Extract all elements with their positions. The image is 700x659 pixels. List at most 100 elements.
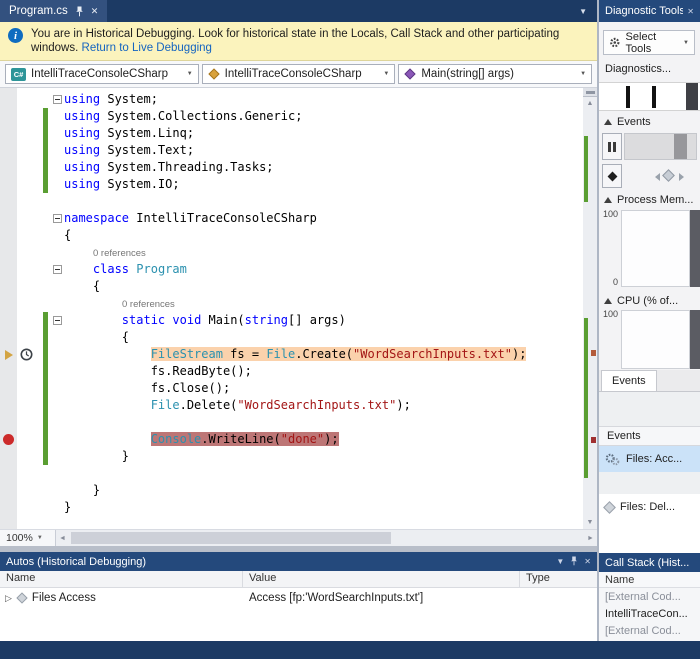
prev-event-icon[interactable]: [654, 173, 660, 181]
zoom-dropdown[interactable]: 100% ▼: [0, 530, 56, 546]
events-list-header[interactable]: Events: [599, 426, 700, 446]
close-icon[interactable]: ✕: [584, 557, 591, 566]
code-line: [0, 414, 583, 431]
hist-clock-cell: [17, 482, 35, 499]
chevron-down-icon[interactable]: ▼: [579, 7, 597, 16]
cpu-scale-top: 100: [602, 309, 618, 319]
code-line: 0 references: [0, 244, 583, 261]
callstack-frame[interactable]: IntelliTraceCon...: [599, 605, 700, 622]
events-filter-button[interactable]: [602, 164, 622, 188]
call-stack-title-bar[interactable]: Call Stack (Hist...: [599, 553, 700, 572]
change-bar-cell: [43, 465, 49, 482]
autos-row[interactable]: ▷ Files Access Access [fp:'WordSearchInput…: [0, 588, 597, 608]
gear-icon: [610, 37, 620, 48]
document-tab-strip: Program.cs ✕ ▼: [0, 0, 597, 22]
glyph-margin-cell: [0, 278, 17, 295]
breakpoint-line-highlight: Console.WriteLine("done");: [150, 432, 339, 446]
info-icon: i: [8, 28, 23, 43]
event-row-files-delete[interactable]: Files: Del...: [599, 494, 700, 520]
pause-events-button[interactable]: [602, 133, 622, 160]
code-line: class Program: [0, 261, 583, 278]
code-editor[interactable]: using System; using System.Collections.Ge…: [0, 88, 597, 546]
chevron-down-icon: ▼: [186, 71, 193, 77]
code-line: fs.ReadByte();: [0, 363, 583, 380]
tab-program-cs[interactable]: Program.cs ✕: [0, 0, 108, 22]
pin-icon[interactable]: [75, 6, 84, 17]
diagnostic-tools-title-bar[interactable]: Diagnostic Tools ✕: [599, 0, 700, 22]
diagnostics-timeline[interactable]: [599, 82, 700, 111]
section-expander-icon[interactable]: [604, 119, 612, 125]
intellitrace-events-track: [602, 164, 697, 188]
column-header-name[interactable]: Name: [0, 571, 243, 587]
code-token: File: [266, 347, 296, 361]
code-text: }: [64, 499, 583, 516]
chart-scrollbar[interactable]: [690, 210, 700, 287]
codelens-link[interactable]: 0 references: [93, 248, 146, 259]
events-tab-content: Events Files: Acc... Files: Del...: [599, 392, 700, 553]
fold-collapse-icon[interactable]: [53, 214, 62, 223]
split-grip[interactable]: [583, 88, 597, 97]
horizontal-scrollbar[interactable]: [69, 530, 584, 546]
project-dropdown-label: IntelliTraceConsoleCSharp: [31, 68, 169, 80]
expander-icon[interactable]: ▷: [5, 593, 12, 604]
code-token: fs.ReadByte();: [64, 364, 252, 378]
event-marker-icon[interactable]: [662, 169, 676, 182]
memory-section-header[interactable]: Process Mem...: [604, 194, 693, 206]
scroll-down-icon[interactable]: ▼: [583, 516, 597, 529]
callstack-frame[interactable]: [External Cod...: [599, 622, 700, 639]
event-marker-track[interactable]: [624, 164, 697, 188]
pin-icon[interactable]: [570, 556, 578, 568]
project-dropdown[interactable]: C# IntelliTraceConsoleCSharp ▼: [5, 64, 199, 84]
timeline-event-bar: [652, 86, 656, 108]
autos-title: Autos (Historical Debugging): [6, 555, 147, 568]
scrollbar-thumb[interactable]: [71, 532, 391, 544]
events-track[interactable]: [624, 133, 697, 160]
method-icon: [404, 68, 417, 80]
callstack-frame[interactable]: [External Cod...: [599, 588, 700, 605]
call-stack-column-header[interactable]: Name: [599, 572, 700, 588]
code-text: File.Delete("WordSearchInputs.txt");: [64, 397, 583, 414]
autos-name: Files Access: [31, 592, 96, 604]
fold-collapse-icon[interactable]: [53, 265, 62, 274]
memory-scale-top: 100: [602, 209, 618, 219]
change-bar: [43, 108, 48, 125]
member-dropdown[interactable]: Main(string[] args) ▼: [398, 64, 593, 84]
vertical-scrollbar[interactable]: ▲ ▼: [583, 88, 597, 529]
section-expander-icon[interactable]: [604, 197, 612, 203]
change-bar-cell: [43, 142, 49, 159]
cpu-scale: 100: [601, 309, 621, 369]
type-dropdown[interactable]: IntelliTraceConsoleCSharp ▼: [201, 64, 396, 84]
column-header-value[interactable]: Value: [243, 571, 520, 587]
section-expander-icon[interactable]: [604, 298, 612, 304]
fold-margin-cell: [51, 227, 64, 244]
call-stack-title: Call Stack (Hist...: [605, 556, 690, 569]
scroll-right-icon[interactable]: ►: [584, 530, 597, 546]
code-token: Main(: [201, 313, 245, 327]
close-icon[interactable]: ✕: [91, 6, 99, 17]
chart-scrollbar[interactable]: [690, 310, 700, 369]
window-position-icon[interactable]: ▼: [556, 557, 564, 566]
breakpoint-icon[interactable]: [3, 434, 14, 445]
change-bar-cell: [43, 278, 49, 295]
events-section-header[interactable]: Events: [604, 116, 651, 128]
glyph-margin-cell: [0, 329, 17, 346]
fold-margin-cell: [51, 210, 64, 227]
tab-events[interactable]: Events: [601, 370, 657, 391]
scrollbar-track[interactable]: [583, 110, 597, 516]
autos-title-bar[interactable]: Autos (Historical Debugging) ▼ ✕: [0, 552, 597, 571]
change-bar-cell: [43, 448, 49, 465]
next-event-icon[interactable]: [679, 173, 685, 181]
select-tools-button[interactable]: Select Tools ▼: [603, 30, 695, 55]
return-to-live-debugging-link[interactable]: Return to Live Debugging: [82, 42, 212, 54]
scroll-left-icon[interactable]: ◄: [56, 530, 69, 546]
event-row-files-access[interactable]: Files: Acc...: [599, 446, 700, 472]
fold-collapse-icon[interactable]: [53, 95, 62, 104]
vs-window: Program.cs ✕ ▼ i You are in Historical D…: [0, 0, 700, 659]
codelens-link[interactable]: 0 references: [122, 299, 175, 310]
scroll-up-icon[interactable]: ▲: [583, 97, 597, 110]
timeline-range-selector[interactable]: [686, 83, 698, 110]
fold-collapse-icon[interactable]: [53, 316, 62, 325]
column-header-type[interactable]: Type: [520, 571, 597, 587]
close-icon[interactable]: ✕: [687, 7, 694, 16]
cpu-section-header[interactable]: CPU (% of...: [604, 295, 678, 307]
